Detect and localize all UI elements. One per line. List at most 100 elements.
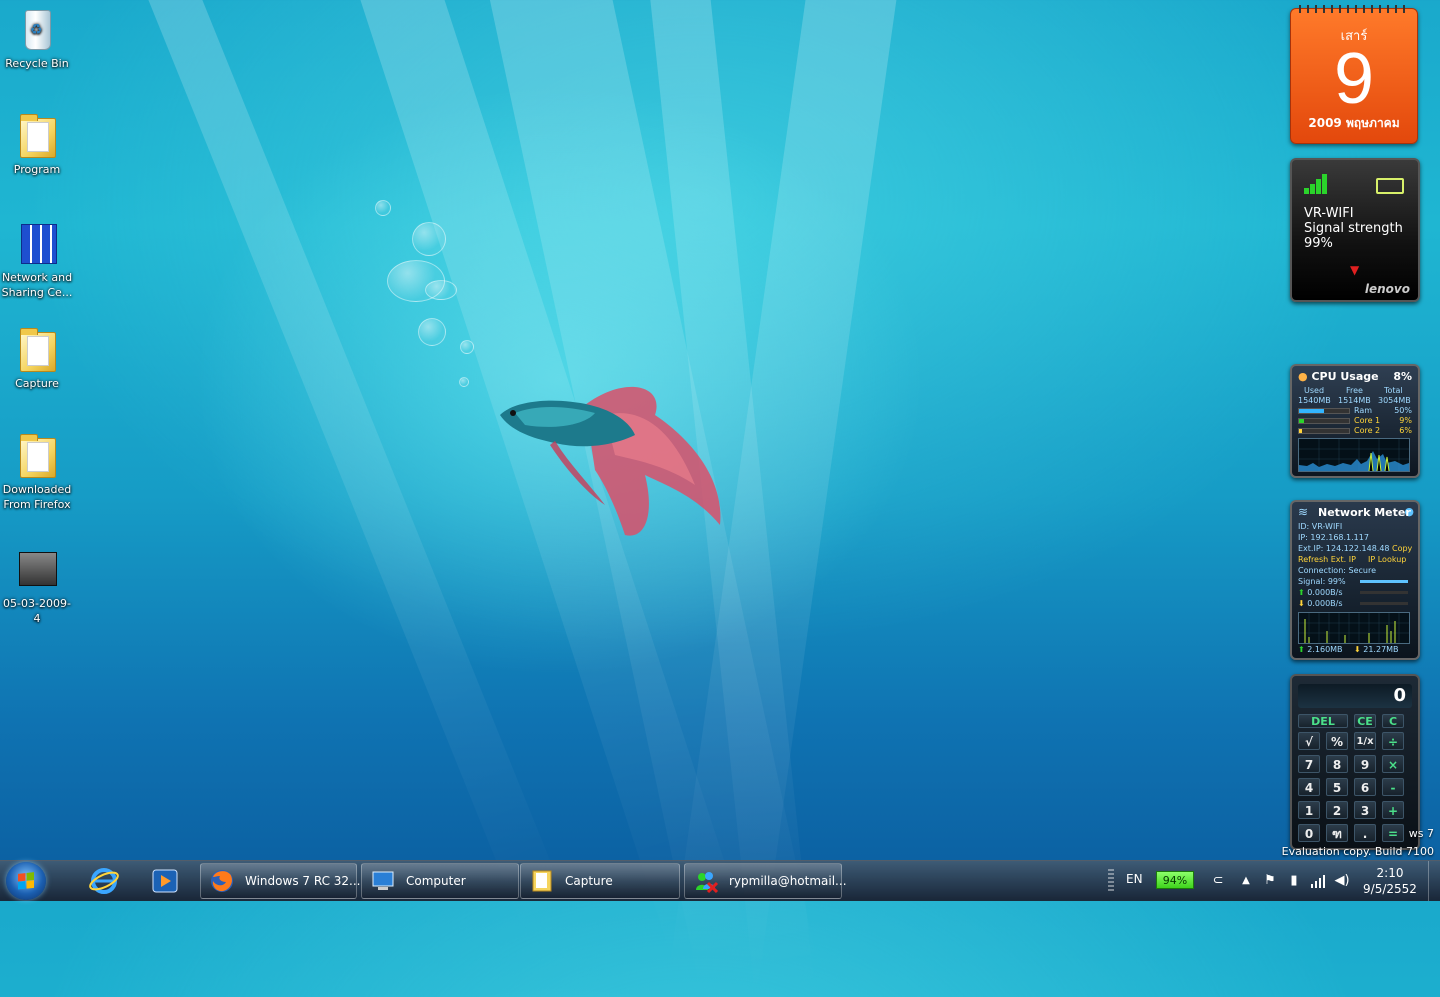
calc-key-reciprocal[interactable]: 1/x	[1354, 732, 1376, 750]
taskbar-button-label: rypmilla@hotmail...	[729, 874, 847, 888]
network-meter-gadget[interactable]: ≋ ● Network Meter ID: VR-WIFI IP: 192.16…	[1290, 500, 1420, 660]
volume-icon[interactable]: ◀)	[1334, 873, 1350, 889]
calendar-rings	[1299, 5, 1409, 13]
power-icon[interactable]: ▮	[1286, 873, 1302, 889]
calc-key-add[interactable]: +	[1382, 801, 1404, 819]
network-signal-icon[interactable]	[1310, 873, 1326, 889]
chevron-down-icon[interactable]: ▼	[1350, 263, 1359, 277]
calc-key-c[interactable]: C	[1382, 714, 1404, 728]
upload-total: 2.160MB	[1307, 645, 1343, 654]
desktop-icon-recycle-bin[interactable]: Recycle Bin	[0, 8, 74, 71]
refresh-ext-ip-link[interactable]: Refresh Ext. IP	[1298, 555, 1356, 564]
calendar-month-year: 2009 พฤษภาคม	[1308, 116, 1400, 130]
cpu-row-name: Ram	[1354, 406, 1373, 415]
desktop-icon-label: Downloaded From Firefox	[2, 483, 72, 511]
used-label: Used	[1304, 386, 1325, 395]
internet-explorer-icon[interactable]	[88, 865, 120, 897]
clock[interactable]: 2:10 9/5/2552	[1360, 865, 1420, 897]
desktop-icon-program[interactable]: Program	[0, 114, 74, 177]
action-center-flag-icon[interactable]: ⚑	[1262, 873, 1278, 889]
calc-key-5[interactable]: 5	[1326, 778, 1348, 796]
calc-key-4[interactable]: 4	[1298, 778, 1320, 796]
network-history-graph	[1298, 612, 1410, 644]
build-watermark-line2: Evaluation copy. Build 7100	[1281, 845, 1434, 858]
messenger-offline-icon	[696, 872, 719, 894]
taskbar-button-messenger[interactable]: rypmilla@hotmail...	[684, 863, 847, 899]
download-rate-row: ⬇ 0.000B/s	[1298, 599, 1343, 608]
taskbar-button-label: Capture	[565, 874, 613, 888]
network-ip: IP: 192.168.1.117	[1298, 533, 1369, 542]
folder-icon	[17, 114, 57, 158]
upload-total-row: ⬆ 2.160MB	[1298, 645, 1343, 654]
calc-key-sqrt[interactable]: √	[1298, 732, 1320, 750]
battery-meter[interactable]: 94%	[1156, 871, 1194, 889]
calendar-gadget[interactable]: เสาร์ 9 2009 พฤษภาคม	[1290, 5, 1418, 144]
folder-icon	[17, 434, 57, 478]
calculator-display: 0	[1298, 684, 1412, 708]
signal-bars-icon	[1304, 174, 1328, 194]
calc-key-decimal[interactable]: .	[1354, 824, 1376, 842]
free-value: 1514MB	[1338, 396, 1371, 405]
calc-key-2[interactable]: 2	[1326, 801, 1348, 819]
calculator-gadget[interactable]: 0 DEL CE C √ % 1/x ÷ 7 8 9 × 4 5 6 - 1 2…	[1290, 674, 1420, 850]
power-plug-icon[interactable]: ⊂	[1210, 873, 1226, 889]
calc-key-multiply[interactable]: ×	[1382, 755, 1404, 773]
calc-key-subtract[interactable]: -	[1382, 778, 1404, 796]
bubble	[425, 280, 457, 300]
desktop-icon-label: Recycle Bin	[5, 57, 69, 70]
calc-key-6[interactable]: 6	[1354, 778, 1376, 796]
language-indicator[interactable]: EN	[1126, 872, 1143, 912]
tray-grip[interactable]	[1108, 869, 1114, 893]
arrow-down-icon: ⬇	[1298, 599, 1305, 608]
recycle-bin-icon	[17, 8, 57, 52]
cpu-icon: ●	[1298, 370, 1308, 383]
show-desktop-button[interactable]	[1428, 861, 1440, 901]
network-id: ID: VR-WIFI	[1298, 522, 1343, 531]
calc-key-sign[interactable]: ฑ	[1326, 824, 1348, 842]
cpu-row-value: 50%	[1394, 406, 1412, 415]
calc-key-3[interactable]: 3	[1354, 801, 1376, 819]
network-connection: Connection: Secure	[1298, 566, 1377, 575]
taskbar-button-capture[interactable]: Capture	[520, 863, 680, 899]
calc-key-7[interactable]: 7	[1298, 755, 1320, 773]
calc-key-9[interactable]: 9	[1354, 755, 1376, 773]
calc-key-1[interactable]: 1	[1298, 801, 1320, 819]
download-total: 21.27MB	[1363, 645, 1399, 654]
cpu-row-name: Core 1	[1354, 416, 1381, 425]
cpu-row-core1: Core 1 9%	[1298, 416, 1412, 426]
ip-lookup-link[interactable]: IP Lookup	[1368, 555, 1406, 564]
media-player-icon[interactable]	[149, 865, 181, 897]
desktop-icon-network-sharing[interactable]: Network and Sharing Ce...	[0, 222, 74, 300]
cpu-row-ram: Ram 50%	[1298, 406, 1412, 416]
desktop-icon-downloaded-from-firefox[interactable]: Downloaded From Firefox	[0, 434, 74, 512]
calc-key-divide[interactable]: ÷	[1382, 732, 1404, 750]
taskbar-button-computer[interactable]: Computer	[361, 863, 519, 899]
folder-icon	[17, 328, 57, 372]
clock-date: 9/5/2552	[1363, 882, 1417, 896]
taskbar-button-firefox[interactable]: Windows 7 RC 32...	[200, 863, 360, 899]
calc-key-0[interactable]: 0	[1298, 824, 1320, 842]
calc-key-del[interactable]: DEL	[1298, 714, 1348, 728]
video-thumbnail-icon	[17, 548, 57, 592]
download-rate: 0.000B/s	[1307, 599, 1343, 608]
used-value: 1540MB	[1298, 396, 1331, 405]
upload-rate: 0.000B/s	[1307, 588, 1343, 597]
bubble	[418, 318, 446, 346]
wifi-gadget[interactable]: VR-WIFI Signal strength 99% ▼ lenovo	[1290, 158, 1420, 302]
firefox-icon	[211, 870, 233, 892]
cpu-usage-gadget[interactable]: ● CPU Usage 8% Used Free Total 1540MB 151…	[1290, 364, 1420, 478]
calc-key-8[interactable]: 8	[1326, 755, 1348, 773]
free-label: Free	[1346, 386, 1363, 395]
start-button[interactable]	[6, 862, 46, 900]
calc-key-ce[interactable]: CE	[1354, 714, 1376, 728]
desktop-icon-label: 05-03-2009-4	[3, 597, 71, 625]
cpu-title: CPU Usage	[1311, 370, 1379, 383]
calc-key-percent[interactable]: %	[1326, 732, 1348, 750]
desktop-icon-label: Network and Sharing Ce...	[1, 271, 73, 299]
calc-key-equals[interactable]: =	[1382, 824, 1404, 842]
copy-link[interactable]: Copy	[1392, 544, 1412, 553]
show-hidden-icons-icon[interactable]: ▲	[1238, 873, 1254, 889]
computer-icon	[372, 871, 394, 890]
desktop-icon-capture[interactable]: Capture	[0, 328, 74, 391]
desktop-icon-video-file[interactable]: 05-03-2009-4	[0, 548, 74, 626]
